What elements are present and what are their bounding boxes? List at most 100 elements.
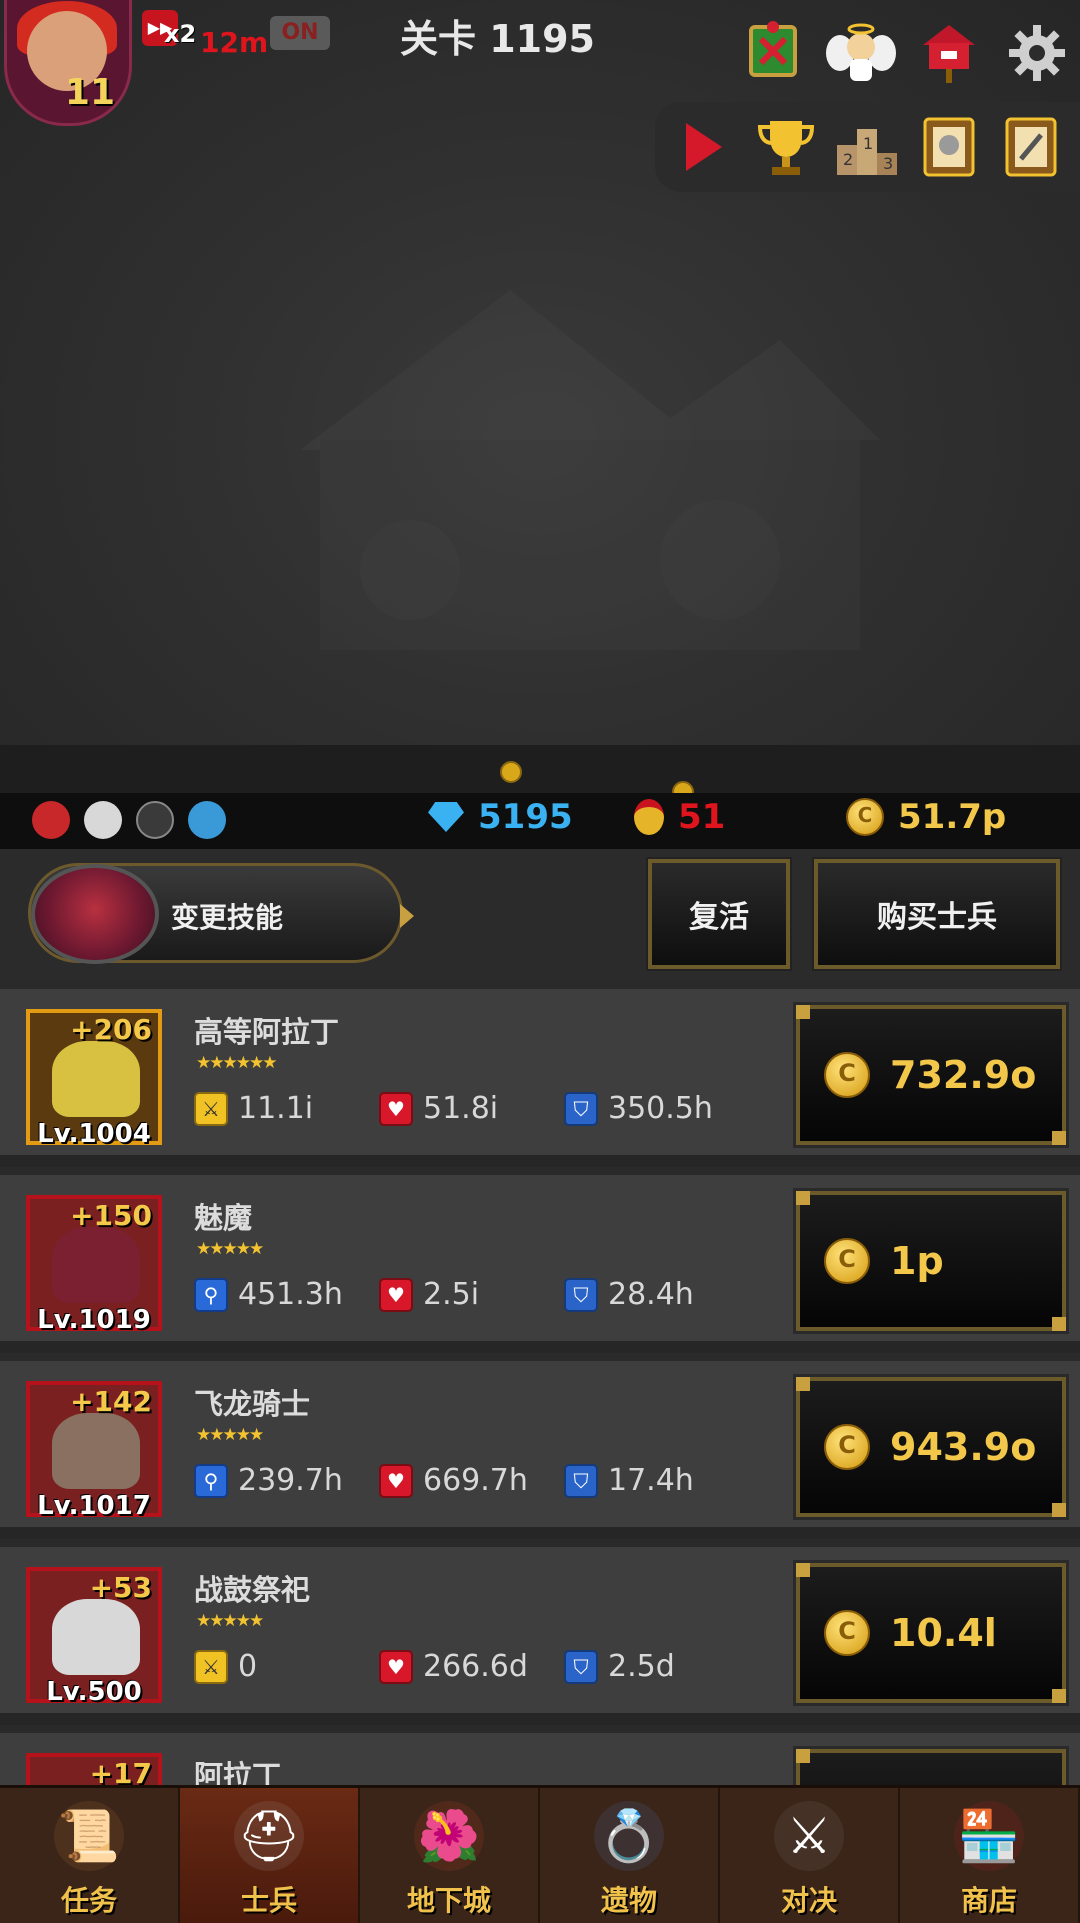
hp-value: 2.5i <box>423 1277 480 1312</box>
speed-multiplier: x2 <box>164 20 197 48</box>
defense-stat: ⛉ 17.4h <box>564 1463 694 1498</box>
soldier-level: Lv.1017 <box>37 1491 151 1521</box>
upgrade-soldier-button[interactable]: C 1p <box>793 1188 1069 1334</box>
attack-value: 0 <box>238 1649 258 1684</box>
lane-strip <box>0 745 1080 803</box>
angel-icon[interactable] <box>826 18 896 88</box>
soldier-upgrade-bonus: +206 <box>70 1013 152 1046</box>
nav-label: 任务 <box>60 1884 117 1917</box>
heart-icon: ♥ <box>379 1277 413 1312</box>
gold-coin-icon: C <box>824 1052 870 1098</box>
sword-icon: ⚔ <box>194 1091 228 1126</box>
nav-item[interactable]: ⛑ 士兵 <box>180 1788 360 1923</box>
soldier-portrait[interactable]: +206 Lv.1004 <box>26 1009 162 1149</box>
gear-icon[interactable] <box>1002 18 1072 88</box>
button-corner <box>796 1191 810 1205</box>
soldier-portrait[interactable]: +17 <box>26 1753 162 1785</box>
button-corner <box>1052 1317 1066 1331</box>
soldier-row[interactable]: +53 Lv.500 战鼓祭祀 ★★★★★ ⚔ 0 ♥ 266.6d ⛉ 2.5… <box>0 1539 1080 1713</box>
soldier-stars: ★★★★★ <box>196 1611 264 1631</box>
helmet-book-icon[interactable] <box>917 115 981 179</box>
soldier-name: 高等阿拉丁 <box>194 1015 340 1049</box>
nav-label: 对决 <box>780 1884 837 1917</box>
nav-item[interactable]: ⚔ 对决 <box>720 1788 900 1923</box>
upgrade-soldier-button[interactable]: C <box>793 1746 1069 1785</box>
soldier-figure <box>52 1599 140 1675</box>
hp-value: 669.7h <box>423 1463 528 1498</box>
soldier-stats: ⚲ 239.7h ♥ 669.7h ⛉ 17.4h <box>194 1463 694 1498</box>
soldier-level: Lv.500 <box>46 1677 142 1707</box>
magic-staff-icon: ⚲ <box>194 1277 228 1312</box>
soldier-upgrade-bonus: +53 <box>89 1571 152 1604</box>
podium-icon[interactable]: 12 3 <box>835 115 899 179</box>
soldier-portrait[interactable]: +53 Lv.500 <box>26 1567 162 1707</box>
soldier-list[interactable]: +206 Lv.1004 高等阿拉丁 ★★★★★★ ⚔ 11.1i ♥ 51.8… <box>0 981 1080 1785</box>
background-house-silhouette <box>300 290 880 650</box>
soldier-row[interactable]: +142 Lv.1017 飞龙骑士 ★★★★★ ⚲ 239.7h ♥ 669.7… <box>0 1353 1080 1527</box>
gem-amount: 5195 <box>478 797 573 837</box>
button-corner <box>1052 1689 1066 1703</box>
nav-label: 商店 <box>960 1884 1017 1917</box>
top-icon-row <box>738 18 1072 88</box>
trophy-icon[interactable] <box>754 115 818 179</box>
soldier-upgrade-bonus: +142 <box>70 1385 152 1418</box>
medal-amount: 51 <box>678 797 726 837</box>
soldier-stars: ★★★★★ <box>196 1425 264 1445</box>
soldier-level: Lv.1004 <box>37 1119 151 1149</box>
soldier-stats: ⚔ 11.1i ♥ 51.8i ⛉ 350.5h <box>194 1091 713 1126</box>
change-skill-button[interactable]: 变更技能 <box>28 863 414 964</box>
gold-coin-icon: C <box>824 1610 870 1656</box>
nav-item[interactable]: 🏪 商店 <box>900 1788 1080 1923</box>
button-corner <box>1052 1503 1066 1517</box>
attack-stat: ⚔ 11.1i <box>194 1091 379 1126</box>
shield-icon: ⛉ <box>564 1463 598 1498</box>
button-corner <box>796 1005 810 1019</box>
auto-toggle[interactable]: ON <box>270 16 330 50</box>
upgrade-soldier-button[interactable]: C 943.9o <box>793 1374 1069 1520</box>
hp-value: 51.8i <box>423 1091 499 1126</box>
upgrade-price: 943.9o <box>890 1425 1037 1469</box>
upgrade-price: 732.9o <box>890 1053 1037 1097</box>
soldier-row[interactable]: +206 Lv.1004 高等阿拉丁 ★★★★★★ ⚔ 11.1i ♥ 51.8… <box>0 981 1080 1155</box>
party-heads <box>32 801 226 839</box>
soldier-portrait[interactable]: +150 Lv.1019 <box>26 1195 162 1335</box>
svg-text:2: 2 <box>843 150 853 169</box>
player-level: 11 <box>64 72 115 113</box>
soldier-level: Lv.1019 <box>37 1305 151 1335</box>
soldier-row[interactable]: +150 Lv.1019 魅魔 ★★★★★ ⚲ 451.3h ♥ 2.5i ⛉ … <box>0 1167 1080 1341</box>
guild-banner-icon[interactable] <box>738 18 808 88</box>
upgrade-soldier-button[interactable]: C 732.9o <box>793 1002 1069 1148</box>
soldier-figure <box>52 1041 140 1117</box>
nav-label: 士兵 <box>240 1884 297 1917</box>
attack-value: 451.3h <box>238 1277 343 1312</box>
soldier-stats: ⚔ 0 ♥ 266.6d ⛉ 2.5d <box>194 1649 675 1684</box>
revive-button[interactable]: 复活 <box>646 857 792 971</box>
buy-soldier-button[interactable]: 购买士兵 <box>812 857 1062 971</box>
mailbox-icon[interactable] <box>914 18 984 88</box>
speed-boost-button[interactable]: ▶▶ x2 <box>142 10 196 50</box>
player-avatar[interactable]: 11 <box>4 0 132 126</box>
defense-value: 350.5h <box>608 1091 713 1126</box>
soldier-figure <box>52 1227 140 1303</box>
shop-icon: 🏪 <box>954 1801 1024 1871</box>
defense-value: 28.4h <box>608 1277 694 1312</box>
sword-book-icon[interactable] <box>999 115 1063 179</box>
attack-stat: ⚲ 239.7h <box>194 1463 379 1498</box>
blue-slime-head-icon <box>188 801 226 839</box>
hp-stat: ♥ 2.5i <box>379 1277 564 1312</box>
play-icon[interactable] <box>672 115 736 179</box>
defense-value: 17.4h <box>608 1463 694 1498</box>
shield-icon: ⛉ <box>564 1649 598 1684</box>
nav-item[interactable]: 💍 遗物 <box>540 1788 720 1923</box>
soldier-row[interactable]: +17 阿拉丁 ⚔ ♥ ⛉ C <box>0 1725 1080 1785</box>
defense-value: 2.5d <box>608 1649 675 1684</box>
nav-item[interactable]: 📜 任务 <box>0 1788 180 1923</box>
attack-value: 11.1i <box>238 1091 314 1126</box>
soldier-portrait[interactable]: +142 Lv.1017 <box>26 1381 162 1521</box>
nav-label: 地下城 <box>406 1884 491 1917</box>
soldier-figure <box>52 1413 140 1489</box>
upgrade-soldier-button[interactable]: C 10.4l <box>793 1560 1069 1706</box>
medal-icon <box>634 799 664 835</box>
nav-item[interactable]: 🌺 地下城 <box>360 1788 540 1923</box>
hp-stat: ♥ 51.8i <box>379 1091 564 1126</box>
